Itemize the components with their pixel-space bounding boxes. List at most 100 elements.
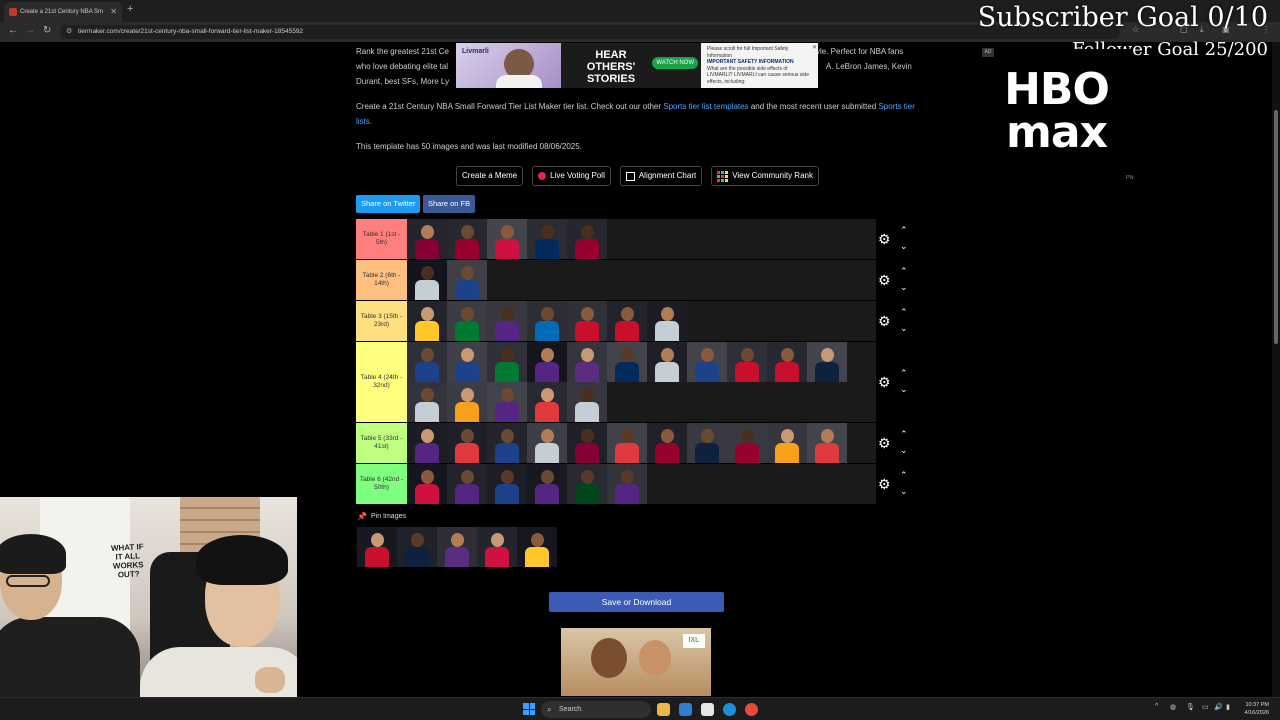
move-tier-up-icon[interactable]: ⌃	[900, 308, 908, 317]
microphone-icon[interactable]: 🎙	[1186, 703, 1195, 711]
move-tier-down-icon[interactable]: ⌄	[900, 242, 908, 251]
player-image[interactable]	[567, 219, 607, 259]
player-image[interactable]	[437, 527, 477, 567]
new-tab-icon[interactable]: +	[127, 3, 133, 15]
player-image[interactable]	[527, 464, 567, 504]
player-image[interactable]	[487, 423, 527, 463]
back-icon[interactable]: ←	[8, 25, 18, 36]
tier-label[interactable]: Table 5 (33rd - 41st)	[356, 423, 407, 463]
player-image[interactable]	[447, 382, 487, 422]
tier-label[interactable]: Table 3 (15th - 23rd)	[356, 301, 407, 341]
player-image[interactable]	[407, 301, 447, 341]
share-twitter-button[interactable]: Share on Twitter	[356, 195, 421, 213]
player-image[interactable]	[607, 464, 647, 504]
player-image[interactable]	[447, 301, 487, 341]
player-image[interactable]	[527, 342, 567, 382]
player-image[interactable]	[527, 423, 567, 463]
player-image[interactable]	[447, 464, 487, 504]
forward-icon[interactable]: →	[25, 25, 35, 36]
player-image[interactable]	[407, 260, 447, 300]
player-image[interactable]	[647, 423, 687, 463]
player-image[interactable]	[487, 464, 527, 504]
banner-ad[interactable]: Livmarli HEAR OTHERS' STORIES WATCH NOW …	[456, 43, 818, 88]
alignment-chart-button[interactable]: Alignment Chart	[619, 166, 703, 186]
player-image[interactable]	[397, 527, 437, 567]
player-image[interactable]	[477, 527, 517, 567]
player-image[interactable]	[647, 342, 687, 382]
tray-icon[interactable]: ◍	[1170, 703, 1176, 711]
player-image[interactable]	[487, 301, 527, 341]
tier-settings-gear-icon[interactable]: ⚙	[878, 232, 892, 246]
player-image[interactable]	[567, 423, 607, 463]
player-image[interactable]	[567, 464, 607, 504]
site-info-icon[interactable]: ⚙	[66, 25, 72, 39]
tier-label[interactable]: Table 1 (1st - 5th)	[356, 219, 407, 259]
player-image[interactable]	[517, 527, 557, 567]
tier-label[interactable]: Table 6 (42nd - 50th)	[356, 464, 407, 504]
ad-watch-button[interactable]: WATCH NOW	[652, 57, 698, 69]
taskbar-clock[interactable]: 10:37 PM 4/16/2026	[1239, 701, 1269, 717]
move-tier-down-icon[interactable]: ⌄	[900, 324, 908, 333]
store-icon[interactable]	[679, 703, 692, 716]
tier-settings-gear-icon[interactable]: ⚙	[878, 273, 892, 287]
player-image[interactable]	[567, 342, 607, 382]
player-image[interactable]	[567, 301, 607, 341]
player-image[interactable]	[527, 219, 567, 259]
player-image[interactable]	[807, 423, 847, 463]
move-tier-up-icon[interactable]: ⌃	[900, 471, 908, 480]
player-image[interactable]	[487, 382, 527, 422]
player-image[interactable]	[407, 342, 447, 382]
player-image[interactable]	[487, 219, 527, 259]
reload-icon[interactable]: ↻	[43, 25, 51, 36]
create-meme-button[interactable]: Create a Meme	[456, 166, 524, 186]
player-image[interactable]	[567, 382, 607, 422]
player-image[interactable]	[527, 301, 567, 341]
address-bar[interactable]: ⚙ tiermaker.com/create/21st-century-nba-…	[60, 25, 1120, 39]
player-image[interactable]	[607, 423, 647, 463]
move-tier-up-icon[interactable]: ⌃	[900, 430, 908, 439]
player-image[interactable]	[407, 382, 447, 422]
tier-settings-gear-icon[interactable]: ⚙	[878, 436, 892, 450]
close-tab-icon[interactable]: ✕	[110, 2, 117, 22]
tier-label[interactable]: Table 2 (6th - 14th)	[356, 260, 407, 300]
ad-close-icon[interactable]: ✕	[812, 44, 817, 51]
network-icon[interactable]: ▭	[1202, 703, 1209, 711]
windows-start-icon[interactable]	[523, 703, 535, 715]
chrome-icon[interactable]	[745, 703, 758, 716]
scrollbar-thumb[interactable]	[1274, 110, 1278, 344]
taskbar-search[interactable]: ⌕ Search	[541, 701, 651, 718]
save-download-button[interactable]: Save or Download	[549, 592, 724, 612]
move-tier-down-icon[interactable]: ⌄	[900, 385, 908, 394]
sports-templates-link[interactable]: Sports tier list templates	[663, 102, 748, 111]
player-image[interactable]	[687, 423, 727, 463]
tier-settings-gear-icon[interactable]: ⚙	[878, 477, 892, 491]
move-tier-up-icon[interactable]: ⌃	[900, 267, 908, 276]
player-image[interactable]	[647, 301, 687, 341]
move-tier-down-icon[interactable]: ⌄	[900, 487, 908, 496]
hbo-max-ad[interactable]: HBO max	[982, 49, 1131, 173]
player-image[interactable]	[607, 342, 647, 382]
tier-settings-gear-icon[interactable]: ⚙	[878, 375, 892, 389]
player-image[interactable]	[487, 342, 527, 382]
move-tier-up-icon[interactable]: ⌃	[900, 226, 908, 235]
edge-icon[interactable]	[723, 703, 736, 716]
mail-icon[interactable]	[701, 703, 714, 716]
battery-icon[interactable]: ▮	[1226, 703, 1230, 711]
tier-settings-gear-icon[interactable]: ⚙	[878, 314, 892, 328]
player-image[interactable]	[407, 219, 447, 259]
share-fb-button[interactable]: Share on FB	[423, 195, 476, 213]
player-image[interactable]	[407, 464, 447, 504]
player-image[interactable]	[767, 342, 807, 382]
browser-tab[interactable]: Create a 21st Century NBA Sm ✕	[4, 2, 122, 22]
file-explorer-icon[interactable]	[657, 703, 670, 716]
move-tier-down-icon[interactable]: ⌄	[900, 446, 908, 455]
live-voting-poll-button[interactable]: Live Voting Poll	[532, 166, 611, 186]
player-image[interactable]	[447, 342, 487, 382]
player-image[interactable]	[607, 301, 647, 341]
player-image[interactable]	[527, 382, 567, 422]
player-image[interactable]	[767, 423, 807, 463]
tray-overflow-icon[interactable]: ^	[1155, 703, 1158, 710]
pin-images-toggle[interactable]: 📌 Pin Images	[357, 512, 406, 521]
player-image[interactable]	[407, 423, 447, 463]
player-image[interactable]	[727, 342, 767, 382]
